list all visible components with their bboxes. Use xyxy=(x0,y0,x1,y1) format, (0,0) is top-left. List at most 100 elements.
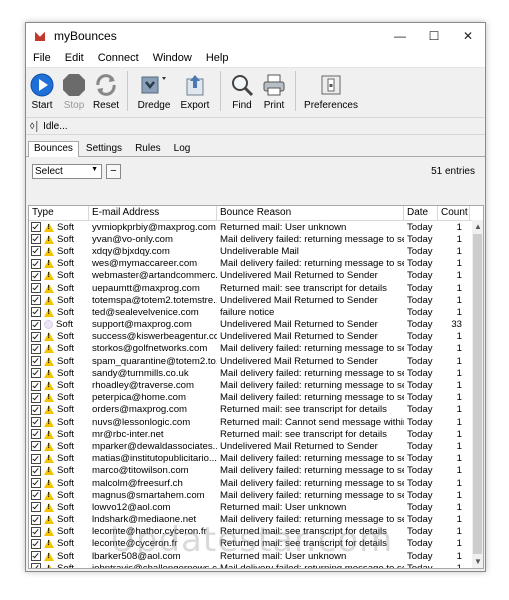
type-text: Soft xyxy=(57,526,75,538)
table-row[interactable]: Soft yvmiopkprbiy@maxprog.com Returned mai… xyxy=(29,221,483,233)
row-checkbox[interactable] xyxy=(31,538,41,549)
table-row[interactable]: Soft spam_quarantine@totem2.to...Undelive… xyxy=(29,355,483,367)
minimize-icon: — xyxy=(394,29,406,43)
row-checkbox[interactable] xyxy=(31,465,41,476)
row-checkbox[interactable] xyxy=(31,258,41,269)
minimize-button[interactable]: — xyxy=(383,23,417,49)
row-checkbox[interactable] xyxy=(31,307,41,318)
row-checkbox[interactable] xyxy=(31,490,41,501)
column-count[interactable]: Count xyxy=(438,206,470,220)
tab-log[interactable]: Log xyxy=(168,141,197,156)
table-row[interactable]: Soft malcolm@freesurf.ch Mail delivery fai… xyxy=(29,477,483,489)
row-checkbox[interactable] xyxy=(31,392,41,403)
type-text: Soft xyxy=(57,306,75,318)
table-row[interactable]: Soft johntravis@challengernews.c...Mail d… xyxy=(29,562,483,568)
close-button[interactable]: ✕ xyxy=(451,23,485,49)
table-row[interactable]: Soft nuvs@lessonlogic.com Returned mail: C… xyxy=(29,416,483,428)
scroll-up-icon[interactable]: ▲ xyxy=(474,222,482,231)
print-button[interactable]: Print xyxy=(258,71,290,111)
menu-edit[interactable]: Edit xyxy=(58,52,91,64)
row-checkbox[interactable] xyxy=(31,283,41,294)
reason-cell: Returned mail: User unknown xyxy=(220,550,347,562)
column-reason[interactable]: Bounce Reason xyxy=(217,206,404,220)
table-row[interactable]: Soft success@kiswerbeagentur.co...Undeliv… xyxy=(29,331,483,343)
table-row[interactable]: Soft xdqy@bjxdqy.com Undeliverable Mail Tod… xyxy=(29,245,483,257)
row-checkbox[interactable] xyxy=(31,295,41,306)
reason-cell: Undelivered Mail Returned to Sender xyxy=(220,355,378,367)
row-checkbox[interactable] xyxy=(31,246,41,257)
start-button[interactable]: Start xyxy=(26,71,58,111)
row-checkbox[interactable] xyxy=(31,514,41,525)
row-checkbox[interactable] xyxy=(31,417,41,428)
menu-connect[interactable]: Connect xyxy=(91,52,146,64)
row-checkbox[interactable] xyxy=(31,270,41,281)
table-row[interactable]: Soft yvan@vo-only.com Mail delivery failed… xyxy=(29,233,483,245)
table-row[interactable]: Soft webmaster@artandcommerc...Undelivere… xyxy=(29,270,483,282)
table-row[interactable]: Soft lecomte@hathor.cyceron.fr Returned ma… xyxy=(29,526,483,538)
table-row[interactable]: Soft support@maxprog.com Undelivered Mail … xyxy=(29,319,483,331)
table-row[interactable]: Soft sandy@turnmills.co.uk Mail delivery f… xyxy=(29,367,483,379)
date-cell: Today xyxy=(407,343,433,355)
row-checkbox[interactable] xyxy=(31,429,41,440)
row-checkbox[interactable] xyxy=(31,502,41,513)
table-row[interactable]: Soft lndshark@mediaone.net Mail delivery f… xyxy=(29,514,483,526)
row-checkbox[interactable] xyxy=(31,441,41,452)
row-checkbox[interactable] xyxy=(31,368,41,379)
row-checkbox[interactable] xyxy=(31,356,41,367)
maximize-button[interactable]: ☐ xyxy=(417,23,451,49)
preferences-button[interactable]: Preferences xyxy=(301,71,361,111)
remove-button[interactable]: − xyxy=(106,163,121,179)
table-row[interactable]: Soft lowvo12@aol.com Returned mail: User u… xyxy=(29,501,483,513)
table-row[interactable]: Soft magnus@smartahem.com Mail delivery fa… xyxy=(29,489,483,501)
date-cell: Today xyxy=(407,550,433,562)
row-checkbox[interactable] xyxy=(31,404,41,415)
table-row[interactable]: Soft lbarker508@aol.com Returned mail: Use… xyxy=(29,550,483,562)
reset-button[interactable]: Reset xyxy=(90,71,122,111)
table-row[interactable]: Soft lecomte@cyceron.fr Returned mail: see… xyxy=(29,538,483,550)
table-row[interactable]: Soft totemspa@totem2.totemstre...Undelive… xyxy=(29,294,483,306)
reason-cell: Mail delivery failed: returning message … xyxy=(220,489,404,501)
tab-rules[interactable]: Rules xyxy=(129,141,167,156)
table-row[interactable]: Soft ted@sealevelvenice.com failure notice… xyxy=(29,306,483,318)
tab-settings[interactable]: Settings xyxy=(80,141,128,156)
table-row[interactable]: Soft marco@titowilson.com Mail delivery fa… xyxy=(29,465,483,477)
row-checkbox[interactable] xyxy=(31,563,41,568)
type-text: Soft xyxy=(57,416,75,428)
scroll-down-icon[interactable]: ▼ xyxy=(474,557,482,566)
table-row[interactable]: Soft storkos@golfnetworks.com Mail deliver… xyxy=(29,343,483,355)
row-checkbox[interactable] xyxy=(31,551,41,562)
row-checkbox[interactable] xyxy=(31,526,41,537)
export-icon xyxy=(183,71,207,99)
row-checkbox[interactable] xyxy=(31,453,41,464)
find-button[interactable]: Find xyxy=(226,71,258,111)
row-checkbox[interactable] xyxy=(31,478,41,489)
dredge-button[interactable]: Dredge xyxy=(133,71,175,111)
row-checkbox[interactable] xyxy=(31,343,41,354)
column-date[interactable]: Date xyxy=(404,206,438,220)
column-email[interactable]: E-mail Address xyxy=(89,206,217,220)
menu-file[interactable]: File xyxy=(26,52,58,64)
table-row[interactable]: Soft mparker@dewaldassociates....Undelive… xyxy=(29,440,483,452)
table-row[interactable]: Soft rhoadley@traverse.com Mail delivery f… xyxy=(29,379,483,391)
table-row[interactable]: Soft wes@mymaccareer.com Mail delivery fai… xyxy=(29,258,483,270)
row-checkbox[interactable] xyxy=(31,380,41,391)
row-checkbox[interactable] xyxy=(31,331,41,342)
row-checkbox[interactable] xyxy=(31,222,41,233)
row-checkbox[interactable] xyxy=(31,234,41,245)
scroll-thumb[interactable] xyxy=(473,234,482,554)
table-row[interactable]: Soft peterpica@home.com Mail delivery fail… xyxy=(29,392,483,404)
select-dropdown[interactable]: Select ▼ xyxy=(32,163,102,179)
menu-window[interactable]: Window xyxy=(146,52,199,64)
warning-icon xyxy=(44,381,54,391)
row-checkbox[interactable] xyxy=(31,319,41,330)
menu-help[interactable]: Help xyxy=(199,52,236,64)
vertical-scrollbar[interactable]: ▲ ▼ xyxy=(472,220,483,568)
export-button[interactable]: Export xyxy=(175,71,215,111)
table-row[interactable]: Soft mr@rbc-inter.net Returned mail: see t… xyxy=(29,428,483,440)
stop-button[interactable]: Stop xyxy=(58,71,90,111)
table-row[interactable]: Soft orders@maxprog.com Returned mail: see… xyxy=(29,404,483,416)
table-row[interactable]: Soft matias@institutopublicitario....Mail… xyxy=(29,453,483,465)
tab-bounces[interactable]: Bounces xyxy=(28,141,79,157)
table-row[interactable]: Soft uepaumtt@maxprog.com Returned mail: s… xyxy=(29,282,483,294)
column-type[interactable]: Type xyxy=(29,206,89,220)
